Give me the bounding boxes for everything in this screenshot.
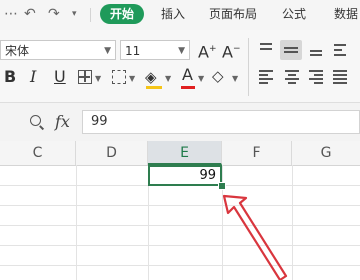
annotation-arrow: [222, 194, 288, 280]
